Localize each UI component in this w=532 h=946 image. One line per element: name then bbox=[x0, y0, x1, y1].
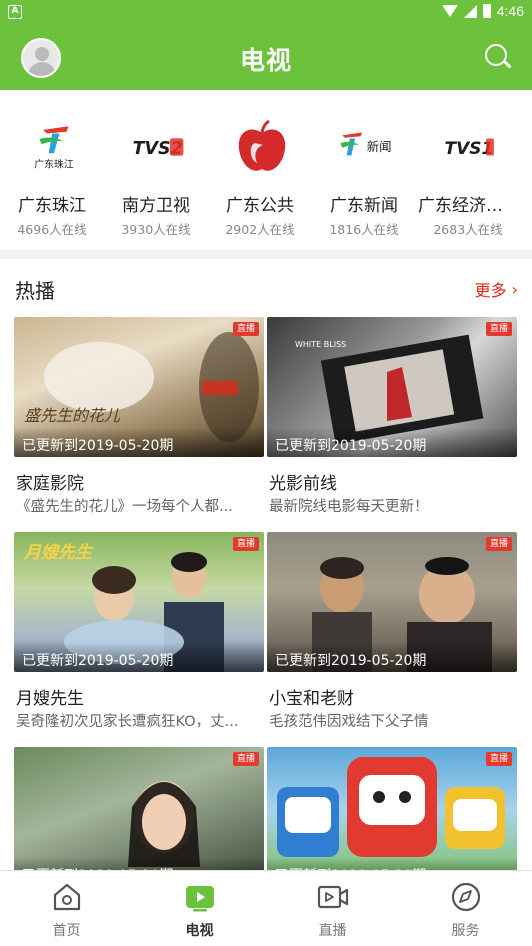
battery-icon bbox=[482, 4, 491, 18]
nav-item-tv[interactable]: 电视 bbox=[133, 871, 266, 946]
program-title: 小宝和老财 bbox=[269, 689, 354, 709]
live-badge: 直播 bbox=[485, 537, 512, 551]
channel-logo-icon: 广东珠江 bbox=[27, 120, 81, 174]
svg-text:广东珠江: 广东珠江 bbox=[34, 158, 74, 171]
program-title: 光影前线 bbox=[269, 474, 337, 494]
channel-item[interactable]: TVS1 广东经济科... 2683人在线 bbox=[416, 90, 520, 250]
status-bar: A 4:46 bbox=[0, 0, 532, 24]
channel-logo-icon: TVS2 bbox=[131, 120, 185, 174]
nav-label: 服务 bbox=[451, 923, 480, 939]
svg-text:TVS1: TVS1 bbox=[445, 139, 494, 159]
nav-item-home[interactable]: 首页 bbox=[0, 871, 133, 946]
app-header: 电视 bbox=[0, 24, 532, 90]
program-thumbnail: 直播 已更新到2019-05-20期 bbox=[267, 532, 517, 672]
channel-name: 广东公共 bbox=[226, 196, 294, 216]
update-status: 已更新到2019-05-20期 bbox=[267, 427, 517, 457]
program-thumbnail: 直播 已更新到2019-05-20期 bbox=[14, 747, 264, 887]
channel-viewers: 2683人在线 bbox=[433, 222, 503, 237]
update-status: 已更新到2019-05-20期 bbox=[267, 642, 517, 672]
program-desc: 《盛先生的花儿》一场每个人都... bbox=[16, 499, 233, 515]
nav-label: 电视 bbox=[185, 923, 214, 939]
section-title: 热播 bbox=[15, 279, 55, 303]
svg-text:月嫂先生: 月嫂先生 bbox=[23, 543, 94, 563]
live-badge: 直播 bbox=[232, 537, 259, 551]
svg-text:新闻: 新闻 bbox=[367, 139, 392, 154]
live-badge: 直播 bbox=[485, 752, 512, 766]
program-thumbnail: 直播 已更新到2019-05-20期 bbox=[267, 747, 517, 887]
channel-viewers: 1816人在线 bbox=[329, 222, 399, 237]
program-thumbnail: 盛先生的花儿 直播 已更新到2019-05-20期 bbox=[14, 317, 264, 457]
svg-text:WHITE BLISS: WHITE BLISS bbox=[295, 340, 346, 349]
live-badge: 直播 bbox=[232, 322, 259, 336]
channel-name: 南方卫视 bbox=[122, 196, 190, 216]
chevron-right-icon: › bbox=[511, 279, 518, 299]
channel-logo-icon: 新闻 bbox=[339, 120, 393, 174]
wifi-icon bbox=[441, 5, 458, 17]
svg-text:盛先生的花儿: 盛先生的花儿 bbox=[24, 406, 121, 425]
more-label: 更多 bbox=[474, 281, 507, 300]
apple-logo-icon bbox=[235, 119, 289, 174]
channel-logo-icon: TVS1 bbox=[443, 120, 497, 174]
nav-label: 首页 bbox=[52, 923, 81, 939]
update-status: 已更新到2019-05-20期 bbox=[14, 642, 264, 672]
live-badge: 直播 bbox=[485, 322, 512, 336]
program-thumbnail: 月嫂先生 直播 已更新到2019-05-20期 bbox=[14, 532, 264, 672]
notification-icon: A bbox=[8, 5, 22, 19]
channel-item[interactable]: 广东公共 2902人在线 bbox=[208, 90, 312, 250]
program-title: 家庭影院 bbox=[16, 474, 84, 494]
page-title: 电视 bbox=[239, 46, 292, 75]
search-button[interactable] bbox=[484, 43, 512, 71]
program-desc: 最新院线电影每天更新！ bbox=[269, 499, 429, 515]
more-link[interactable]: 更多 › bbox=[475, 277, 518, 301]
channel-list: 广东珠江 广东珠江 4696人在线 TVS2 南方卫视 3930人在线 广东公共… bbox=[0, 90, 532, 250]
channel-viewers: 2902人在线 bbox=[225, 222, 295, 237]
tv-icon bbox=[184, 881, 216, 913]
section-divider bbox=[0, 250, 532, 259]
channel-item[interactable]: TVS2 南方卫视 3930人在线 bbox=[104, 90, 208, 250]
channel-viewers: 4696人在线 bbox=[17, 222, 87, 237]
nav-label: 直播 bbox=[318, 923, 347, 939]
channel-name: 广东经济科... bbox=[418, 196, 520, 216]
live-icon bbox=[317, 881, 349, 913]
status-icons: 4:46 bbox=[441, 3, 524, 19]
signal-icon bbox=[463, 4, 477, 18]
program-thumbnail: WHITE BLISS 直播 已更新到2019-05-20期 bbox=[267, 317, 517, 457]
home-icon bbox=[51, 881, 83, 913]
update-status: 已更新到2019-05-20期 bbox=[14, 427, 264, 457]
program-title: 月嫂先生 bbox=[16, 689, 84, 709]
channel-viewers: 3930人在线 bbox=[121, 222, 191, 237]
channel-name: 广东珠江 bbox=[18, 196, 86, 216]
compass-icon bbox=[450, 881, 482, 913]
program-desc: 吴奇隆初次见家长遭疯狂KO，丈... bbox=[16, 714, 239, 730]
channel-name: 广东新闻 bbox=[330, 196, 398, 216]
channel-item[interactable]: 新闻 广东新闻 1816人在线 bbox=[312, 90, 416, 250]
nav-item-service[interactable]: 服务 bbox=[399, 871, 532, 946]
bottom-nav: 首页 电视 直播 服务 bbox=[0, 870, 532, 946]
nav-item-live[interactable]: 直播 bbox=[266, 871, 399, 946]
clock: 4:46 bbox=[496, 3, 524, 19]
program-desc: 毛孩范伟因戏结下父子情 bbox=[269, 714, 429, 730]
live-badge: 直播 bbox=[232, 752, 259, 766]
channel-item[interactable]: 广东珠江 广东珠江 4696人在线 bbox=[0, 90, 104, 250]
